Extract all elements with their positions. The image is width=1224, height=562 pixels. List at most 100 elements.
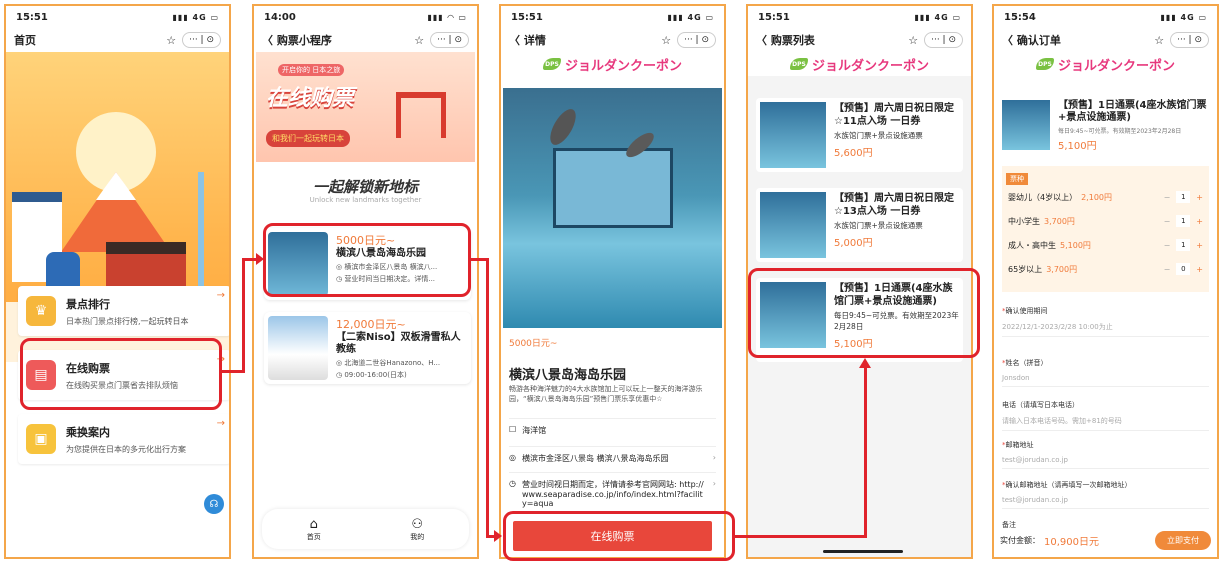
- plus-icon: +: [1196, 216, 1203, 226]
- detail-description: 畅游各种海洋魅力的4大水族馆加上可以玩上一整天的海洋游乐园，“横滨八景岛海岛乐园…: [509, 385, 703, 403]
- tab-mine[interactable]: ⚇ 我的: [366, 509, 470, 549]
- highlight-buy-card: [20, 338, 222, 410]
- ticket-type-row: 65岁以上 3,700円 −0 +: [1008, 263, 1203, 275]
- star-icon[interactable]: ☆: [1154, 34, 1164, 47]
- ticket-type-row: 中小学生 3,700円 −1 +: [1008, 215, 1203, 227]
- brand-logo: DPS ジョルダンクーポン: [748, 52, 971, 76]
- ticket-hours: ◷ 09:00-16:00(日本): [336, 371, 407, 379]
- field-email-confirm[interactable]: *确认邮箱地址（请再填写一次邮箱地址） test@jorudan.co.jp: [1002, 480, 1209, 509]
- ticket-address: ◎ 北海道二世谷Hanazono、H...: [336, 359, 441, 367]
- card-title: 景点排行: [66, 297, 110, 311]
- connector-line: [486, 258, 489, 538]
- user-icon: ⚇: [411, 516, 424, 532]
- brand-logo: DPS ジョルダンクーポン: [501, 52, 724, 76]
- quantity-stepper[interactable]: −0 +: [1164, 263, 1203, 275]
- tag-icon: ☐: [509, 425, 517, 434]
- connector-line: [222, 370, 244, 373]
- order-item-name: 【预售】1日通票(4座水族馆门票+景点设施通票): [1058, 100, 1207, 123]
- field-phone[interactable]: 电话（请填写日本电话） 请输入日本电话号码。需加+81的号码: [1002, 400, 1209, 431]
- card-sub: 日本热门景点排行榜,一起玩转日本: [66, 316, 189, 326]
- page-title[interactable]: 〈 确认订单: [1002, 32, 1061, 48]
- card-sub: 为您提供在日本的多元化出行方案: [66, 444, 186, 454]
- banner-tag: 开启你的 日本之旅: [278, 64, 345, 76]
- star-icon[interactable]: ☆: [661, 34, 671, 47]
- option-sub: 水族馆门票+景点设施通票: [834, 131, 923, 140]
- star-icon[interactable]: ☆: [166, 34, 176, 47]
- ticket-option[interactable]: 【预售】周六周日祝日限定☆11点入场 一日券 水族馆门票+景点设施通票 5,600円: [756, 98, 963, 172]
- leaf-icon: DPS: [1035, 58, 1054, 70]
- page-title: 首页: [14, 34, 36, 47]
- page-title[interactable]: 〈 购票列表: [756, 32, 815, 48]
- connector-line: [735, 535, 867, 538]
- home-indicator: [823, 550, 903, 553]
- arrow-icon: →: [216, 418, 225, 429]
- address-row[interactable]: ◎ 横滨市金泽区八景岛 横滨八景岛海岛乐园 ›: [509, 446, 716, 464]
- status-bar: 15:51 ▮▮▮ 4G ▭: [6, 6, 229, 28]
- clock-icon: ◷: [509, 479, 516, 488]
- screen-detail: 15:51 ▮▮▮ 4G ▭ 〈 详情 ☆ ··· | ⊙ DPS ジョルダンクーポ…: [499, 4, 726, 559]
- ticket-option[interactable]: 【预售】周六周日祝日限定☆13点入场 一日券 水族馆门票+景点设施通票 5,000円: [756, 188, 963, 262]
- star-icon[interactable]: ☆: [414, 34, 424, 47]
- detail-title: 横滨八景岛海岛乐园: [509, 368, 627, 383]
- total-amount: 10,900日元: [1044, 536, 1099, 548]
- torii-icon: [396, 92, 446, 138]
- location-icon: ◎: [509, 453, 516, 462]
- banner-slogan: 和我们一起玩转日本: [266, 130, 350, 147]
- status-bar: 15:51 ▮▮▮ 4G ▭: [501, 6, 724, 28]
- highlight-ticket-option: [748, 268, 980, 358]
- capsule-menu[interactable]: ··· | ⊙: [1170, 32, 1209, 48]
- section-subheadline: Unlock new landmarks together: [309, 196, 422, 204]
- signal-icon: ▮▮▮ 4G ▭: [914, 12, 961, 22]
- order-item-price: 5,100円: [1058, 141, 1097, 152]
- arrow-icon: →: [216, 290, 225, 301]
- arrow-right-icon: [494, 530, 502, 542]
- status-time: 15:51: [758, 11, 790, 23]
- highlight-buy-button: [503, 511, 735, 561]
- chevron-right-icon: ›: [712, 479, 716, 488]
- quantity-stepper[interactable]: −1 +: [1164, 191, 1203, 203]
- quantity-stepper[interactable]: −1 +: [1164, 215, 1203, 227]
- hours-row[interactable]: ◷ 营业时间视日期而定，详情请参考官网网站: http://www.seapara…: [509, 472, 716, 512]
- connector-line: [242, 258, 245, 373]
- ticket-type-label: 票种: [1006, 173, 1028, 185]
- tab-bar: ⌂ 首页 ⚇ 我的: [262, 509, 469, 549]
- screen-home: 15:51 ▮▮▮ 4G ▭ 首页 ☆ ··· | ⊙ ♛ 景点排行日本热门景点排…: [4, 4, 231, 559]
- card-transit[interactable]: ▣ 乘换案内 为您提供在日本的多元化出行方案 →: [18, 414, 229, 464]
- star-icon[interactable]: ☆: [908, 34, 918, 47]
- option-name: 【预售】周六周日祝日限定☆13点入场 一日券: [834, 193, 954, 217]
- field-usage-period[interactable]: *确认使用期间 2022/12/1-2023/2/28 10:00为止: [1002, 306, 1209, 337]
- ticket-type-row: 成人・高中生 5,100円 −1 +: [1008, 239, 1203, 251]
- minus-icon: −: [1163, 216, 1171, 226]
- order-footer: 实付金额： 10,900日元 立即支付: [1000, 529, 1211, 551]
- capsule-menu[interactable]: ··· | ⊙: [924, 32, 963, 48]
- capsule-menu[interactable]: ··· | ⊙: [677, 32, 716, 48]
- banner-title: 在线购票: [266, 86, 355, 111]
- page-title[interactable]: 〈 购票小程序: [262, 32, 332, 48]
- tab-home[interactable]: ⌂ 首页: [262, 509, 366, 549]
- section-headline: 一起解锁新地标: [312, 178, 418, 196]
- thumbnail: [760, 192, 826, 258]
- capsule-menu[interactable]: ··· | ⊙: [182, 32, 221, 48]
- nav-bar: 首页 ☆ ··· | ⊙: [6, 28, 229, 52]
- thumbnail: [760, 102, 826, 168]
- page-title[interactable]: 〈 详情: [509, 32, 546, 48]
- headset-icon[interactable]: ☊: [204, 494, 224, 514]
- status-bar: 14:00 ▮▮▮ ◠ ▭: [254, 6, 477, 28]
- crown-icon: ♛: [26, 296, 56, 326]
- capsule-menu[interactable]: ··· | ⊙: [430, 32, 469, 48]
- quantity-stepper[interactable]: −1 +: [1164, 239, 1203, 251]
- field-name[interactable]: *姓名（拼音） Jonsdon: [1002, 358, 1209, 387]
- signal-icon: ▮▮▮ 4G ▭: [1160, 12, 1207, 22]
- order-item: 【预售】1日通票(4座水族馆门票+景点设施通票) 每日9:45~可兑票。有效期至2…: [1002, 100, 1209, 164]
- option-price: 5,600円: [834, 148, 873, 159]
- total-label: 实付金额：: [1000, 535, 1040, 545]
- status-time: 14:00: [264, 11, 296, 23]
- ticket-card[interactable]: 12,000日元~ 【二索Niso】双板滑雪私人教练 ◎ 北海道二世谷Hanaz…: [264, 312, 471, 384]
- card-ranking[interactable]: ♛ 景点排行日本热门景点排行榜,一起玩转日本 →: [18, 286, 229, 336]
- field-email[interactable]: *邮箱地址 test@jorudan.co.jp: [1002, 440, 1209, 469]
- pay-now-button[interactable]: 立即支付: [1155, 530, 1211, 550]
- promo-banner[interactable]: 开启你的 日本之旅 在线购票 和我们一起玩转日本: [256, 52, 475, 162]
- nav-bar: 〈 购票列表 ☆ ··· | ⊙: [748, 28, 971, 52]
- minus-icon: −: [1163, 264, 1171, 274]
- ticket-price: 12,000日元~: [336, 318, 406, 331]
